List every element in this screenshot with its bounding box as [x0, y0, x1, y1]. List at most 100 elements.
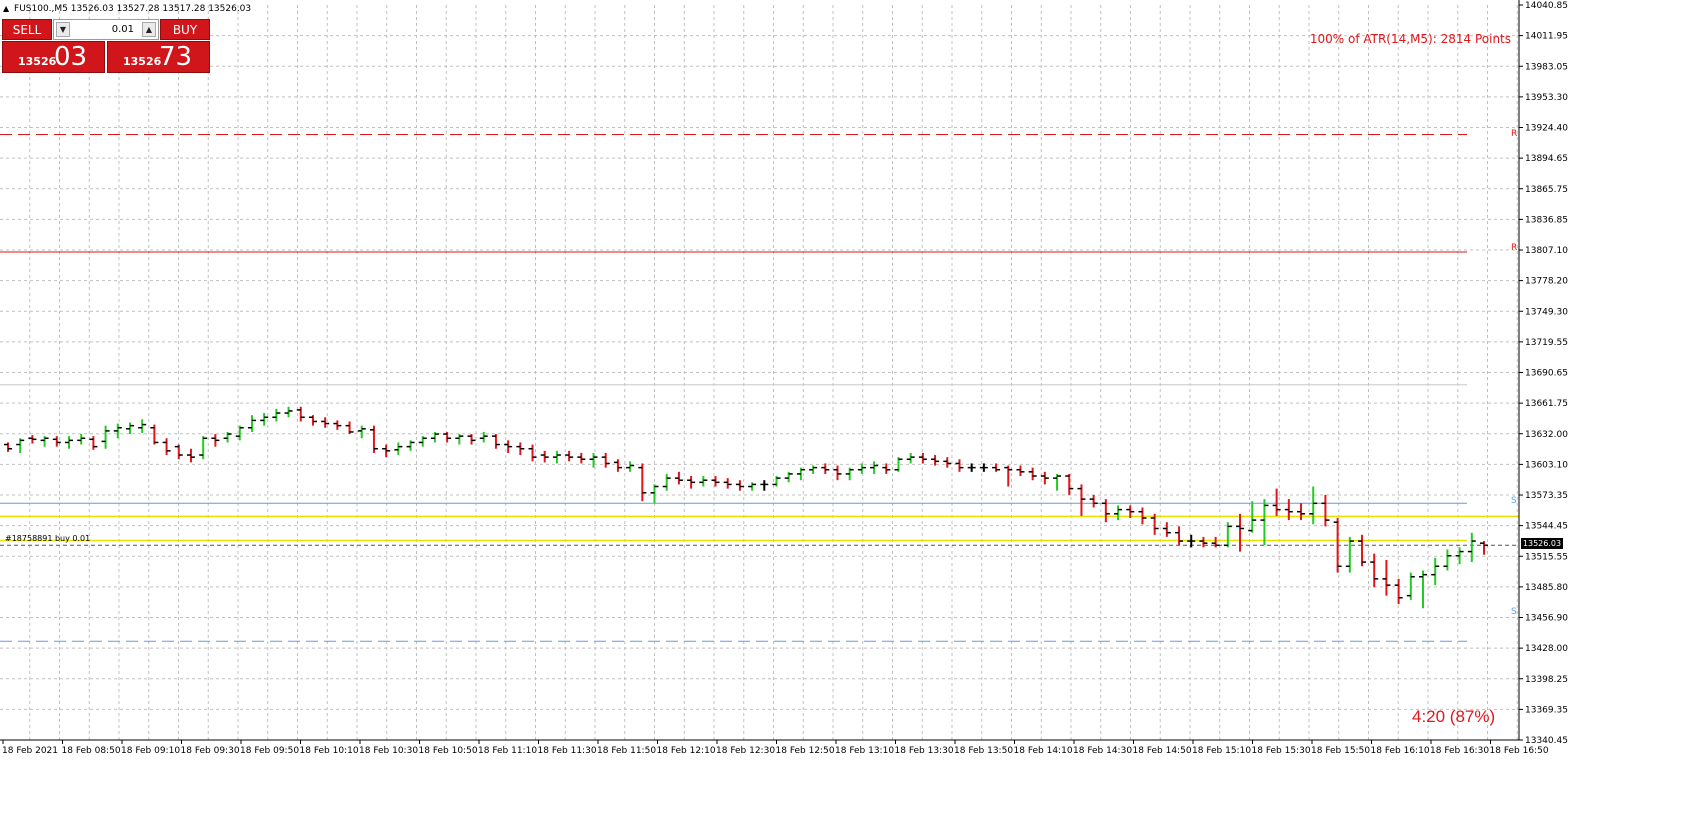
y-tick-label: 13749.30: [1525, 307, 1568, 317]
ohlc-bar: [1040, 471, 1049, 485]
y-tick-label: 13690.65: [1525, 369, 1568, 379]
symbol-header: ▲ FUS100.,M5 13526.03 13527.28 13517.28 …: [3, 4, 251, 14]
ohlc-bar: [284, 406, 293, 418]
ohlc-bar: [125, 422, 134, 435]
ohlc-bar: [955, 459, 964, 472]
ohlc-bar: [138, 419, 147, 433]
ohlc-bar: [1321, 494, 1330, 527]
ohlc-bar: [64, 436, 73, 449]
x-tick-label: 18 Feb 09:10: [121, 746, 180, 756]
ohlc-bar: [809, 465, 818, 474]
x-tick-label: 18 Feb 11:10: [478, 746, 537, 756]
buy-price-major: 13526: [123, 55, 162, 68]
ohlc-bar: [613, 459, 622, 472]
ohlc-bar: [845, 467, 854, 481]
ohlc-bar: [1053, 473, 1062, 491]
ohlc-bar: [1419, 570, 1428, 609]
ohlc-bar: [1065, 473, 1074, 495]
sell-price-major: 13526: [18, 55, 57, 68]
ohlc-bar: [89, 436, 98, 450]
price-axis[interactable]: 14040.85 14011.95 13983.05 13953.30 13924.40…: [1518, 0, 1568, 746]
ohlc-bar: [662, 473, 671, 491]
y-tick-label: 13456.90: [1525, 614, 1568, 624]
sell-price-box[interactable]: 13526 03: [2, 41, 105, 73]
ohlc-bars: [4, 406, 1488, 609]
ohlc-bar: [1089, 494, 1098, 508]
buy-price-box[interactable]: 13526 73: [107, 41, 210, 73]
ohlc-bar: [150, 424, 159, 445]
ohlc-bar: [674, 471, 683, 485]
y-tick-label: 14011.95: [1525, 32, 1568, 42]
lot-increase-icon[interactable]: ▲: [142, 22, 156, 37]
ohlc-bar: [516, 442, 525, 456]
x-tick-label: 18 Feb 14:50: [1133, 746, 1192, 756]
y-tick-label: 13836.85: [1525, 215, 1568, 225]
y-tick-label: 13485.80: [1525, 583, 1568, 593]
ohlc-bar: [162, 438, 171, 456]
ohlc-bar: [1175, 526, 1184, 546]
y-tick-label: 13661.75: [1525, 399, 1568, 409]
ohlc-bar: [1297, 503, 1306, 521]
x-tick-label: 18 Feb 12:10: [657, 746, 716, 756]
ohlc-bar: [650, 484, 659, 504]
ohlc-bar: [687, 476, 696, 489]
ohlc-bar: [113, 423, 122, 439]
ohlc-bar: [821, 463, 830, 474]
ohlc-bar: [552, 450, 561, 464]
ohlc-bar: [369, 425, 378, 453]
lot-decrease-icon[interactable]: ▼: [56, 22, 70, 37]
current-price-tag: 13526.03: [1521, 538, 1563, 549]
resistance-tag-2: R: [1511, 243, 1518, 253]
lot-size-input[interactable]: [72, 22, 138, 37]
ohlc-bar: [857, 463, 866, 474]
y-tick-label: 14040.85: [1525, 1, 1568, 11]
ohlc-bar: [406, 440, 415, 451]
chart-grid: [0, 5, 1519, 740]
ohlc-bar: [321, 417, 330, 428]
y-tick-label: 13603.10: [1525, 460, 1568, 470]
ohlc-bar: [455, 434, 464, 445]
ohlc-bar: [1345, 536, 1354, 573]
ohlc-bar: [1162, 522, 1171, 537]
ohlc-bar: [382, 444, 391, 458]
ohlc-bar: [577, 452, 586, 464]
sell-button[interactable]: SELL: [2, 19, 52, 40]
price-levels: [0, 133, 1519, 642]
ohlc-bar: [1236, 513, 1245, 552]
ohlc-bar: [247, 415, 256, 432]
y-tick-label: 13515.55: [1525, 552, 1568, 562]
ohlc-bar: [272, 408, 281, 422]
x-tick-label: 18 Feb 10:10: [300, 746, 359, 756]
ohlc-bar: [199, 436, 208, 460]
x-tick-label: 18 Feb 14:10: [1014, 746, 1073, 756]
collapse-triangle-icon[interactable]: ▲: [3, 4, 9, 13]
ohlc-bar: [40, 436, 49, 447]
ohlc-bar: [211, 434, 220, 447]
ohlc-bar: [1016, 465, 1025, 477]
price-chart[interactable]: 14040.85 14011.95 13983.05 13953.30 13924.40…: [0, 0, 1692, 823]
y-tick-label: 13544.45: [1525, 522, 1568, 532]
x-tick-label: 18 Feb 12:30: [716, 746, 775, 756]
y-tick-label: 13398.25: [1525, 675, 1568, 685]
x-tick-label: 18 Feb 15:10: [1192, 746, 1251, 756]
ohlc-bar: [418, 436, 427, 447]
ohlc-bar: [1077, 484, 1086, 516]
time-axis[interactable]: 18 Feb 2021 18 Feb 08:50 18 Feb 09:10 18 Fe…: [0, 739, 1549, 756]
x-tick-label: 18 Feb 13:50: [954, 746, 1013, 756]
ohlc-bar: [1394, 578, 1403, 605]
ohlc-bar: [186, 448, 195, 463]
buy-button[interactable]: BUY: [160, 19, 210, 40]
ohlc-bar: [540, 450, 549, 463]
ohlc-bar: [174, 444, 183, 460]
y-tick-label: 13340.45: [1525, 736, 1568, 746]
ohlc-bar: [1187, 534, 1196, 548]
y-tick-label: 13369.35: [1525, 705, 1568, 715]
x-tick-label: 18 Feb 16:50: [1490, 746, 1549, 756]
ohlc-bar: [1101, 499, 1110, 523]
ohlc-bar: [394, 442, 403, 456]
ohlc-bar: [906, 452, 915, 464]
order-line-label[interactable]: #18758891 buy 0.01: [5, 534, 90, 543]
ohlc-bar: [443, 431, 452, 443]
ohlc-bar: [491, 434, 500, 449]
x-tick-label: 18 Feb 14:30: [1073, 746, 1132, 756]
